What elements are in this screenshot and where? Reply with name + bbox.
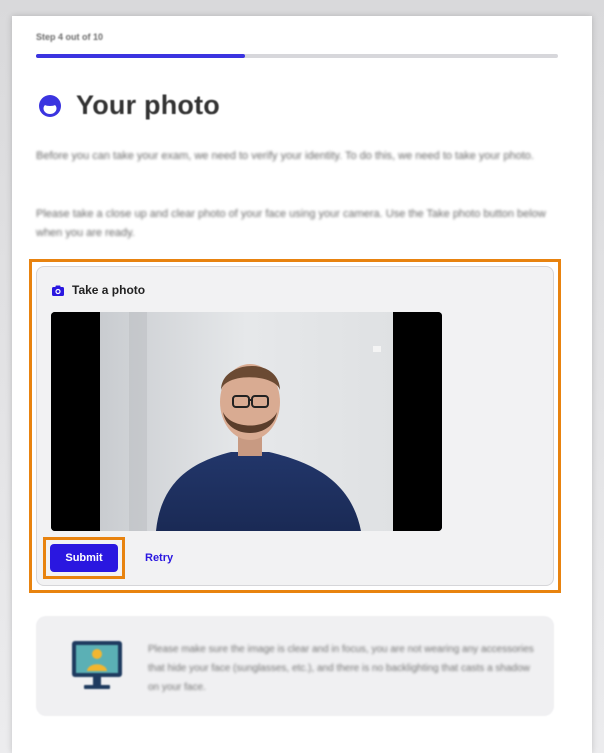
page-title-row: Your photo	[38, 90, 220, 121]
photo-card-title: Take a photo	[72, 283, 146, 297]
page-title: Your photo	[76, 90, 220, 120]
step-label: Step 4 out of 10	[36, 32, 104, 42]
photo-card-header: Take a photo	[52, 283, 145, 297]
camera-preview	[51, 312, 442, 531]
progress-bar	[36, 54, 558, 58]
person-on-monitor-icon	[72, 641, 122, 689]
retry-button[interactable]: Retry	[145, 552, 173, 564]
info-text: Please make sure the image is clear and …	[148, 644, 534, 693]
camera-preview-image	[51, 312, 442, 531]
intro-paragraph-2: Please take a close up and clear photo o…	[36, 208, 546, 239]
camera-icon	[52, 285, 64, 296]
submit-button[interactable]: Submit	[50, 544, 118, 572]
progress-bar-fill	[36, 54, 245, 58]
intro-paragraph-1: Before you can take your exam, we need t…	[36, 150, 534, 162]
face-circle-icon	[39, 94, 61, 117]
